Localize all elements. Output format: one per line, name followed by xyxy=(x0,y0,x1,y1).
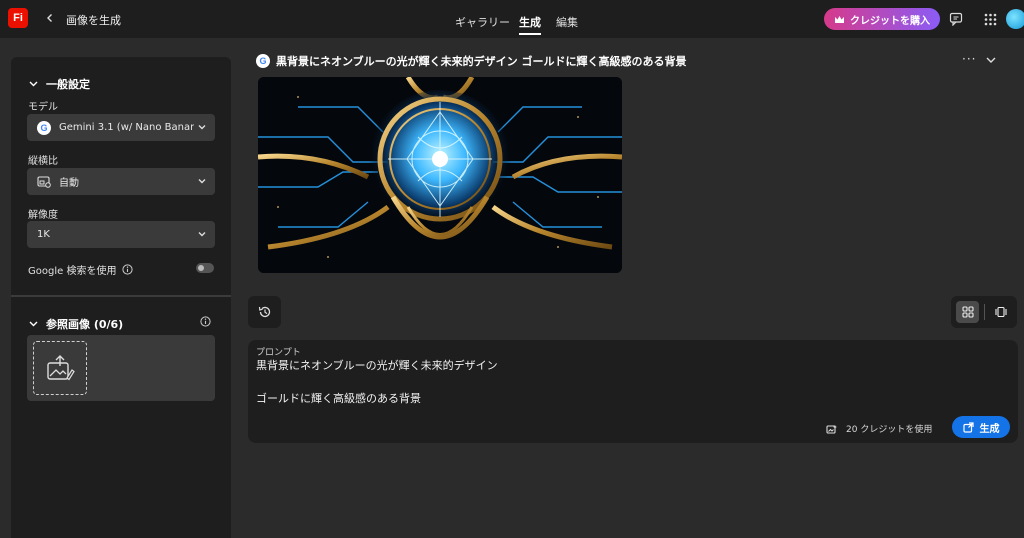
google-search-row: Google 検索を使用 xyxy=(28,262,134,277)
app-logo[interactable]: Fi xyxy=(8,8,28,28)
chat-icon[interactable] xyxy=(948,11,964,27)
general-settings-header[interactable]: 一般設定 xyxy=(29,76,90,92)
aspect-ratio-value: 自動 xyxy=(59,178,79,189)
tab-edit[interactable]: 編集 xyxy=(556,14,578,30)
google-search-label: Google 検索を使用 xyxy=(28,266,117,277)
history-icon xyxy=(258,306,270,318)
chevron-down-icon[interactable] xyxy=(985,55,997,65)
buy-credits-label: クレジットを購入 xyxy=(850,15,930,27)
settings-sidebar: 一般設定 モデル G Gemini 3.1 (w/ Nano Banana 2 … xyxy=(11,57,231,538)
reference-images-header[interactable]: 参照画像 (0/6) xyxy=(29,316,123,332)
resolution-label: 解像度 xyxy=(28,210,58,221)
tab-generate[interactable]: 生成 xyxy=(519,14,541,35)
image-upload-icon xyxy=(47,355,75,381)
info-icon[interactable] xyxy=(122,264,134,275)
avatar[interactable] xyxy=(1006,9,1024,29)
general-settings-title: 一般設定 xyxy=(46,78,90,91)
history-button[interactable] xyxy=(248,296,281,328)
generate-label: 生成 xyxy=(979,423,1000,435)
chevron-down-icon xyxy=(29,81,38,87)
grid-view-button[interactable] xyxy=(956,301,979,323)
aspect-ratio-label: 縦横比 xyxy=(28,156,58,167)
credit-icon xyxy=(826,424,837,434)
generation-headline: G 黒背景にネオンブルーの光が輝く未来的デザイン ゴールドに輝く高級感のある背景 xyxy=(256,53,687,69)
more-options-icon[interactable]: ··· xyxy=(962,52,976,66)
open-external-icon xyxy=(962,421,974,433)
model-select[interactable]: G Gemini 3.1 (w/ Nano Banana 2 xyxy=(27,114,215,141)
chevron-down-icon xyxy=(198,125,206,130)
chevron-down-icon xyxy=(198,232,206,237)
google-icon: G xyxy=(37,120,51,135)
info-icon[interactable] xyxy=(200,316,211,327)
page-title: 画像を生成 xyxy=(66,14,121,27)
crown-icon xyxy=(835,15,844,23)
chevron-down-icon xyxy=(198,179,206,184)
reference-images-area xyxy=(27,335,215,401)
aspect-ratio-icon xyxy=(37,175,51,188)
resolution-value: 1K xyxy=(37,229,50,240)
section-divider xyxy=(11,295,231,297)
aspect-ratio-select[interactable]: 自動 xyxy=(27,168,215,195)
single-view-button[interactable] xyxy=(989,301,1012,323)
prompt-text-line-1[interactable]: 黒背景にネオンブルーの光が輝く未来的デザイン xyxy=(256,357,498,373)
upload-image-button[interactable] xyxy=(33,341,87,395)
prompt-text-line-2[interactable]: ゴールドに輝く高級感のある背景 xyxy=(256,390,421,406)
resolution-select[interactable]: 1K xyxy=(27,221,215,248)
view-toggle-separator xyxy=(984,304,985,320)
buy-credits-button[interactable]: クレジットを購入 xyxy=(824,8,940,30)
google-search-toggle[interactable] xyxy=(196,263,214,273)
credit-usage-text: 20 クレジットを使用 xyxy=(846,425,933,435)
generated-image[interactable] xyxy=(258,77,622,273)
google-icon: G xyxy=(256,54,270,68)
model-value: Gemini 3.1 (w/ Nano Banana 2 xyxy=(59,122,194,133)
generated-image-art xyxy=(258,77,622,273)
app-grid-icon[interactable] xyxy=(982,11,998,27)
model-label: モデル xyxy=(28,102,58,113)
grid-view-icon xyxy=(961,306,974,318)
credit-usage: 20 クレジットを使用 xyxy=(826,422,932,435)
prompt-panel[interactable]: プロンプト 黒背景にネオンブルーの光が輝く未来的デザイン ゴールドに輝く高級感の… xyxy=(248,340,1018,443)
top-bar: Fi 画像を生成 ギャラリー 生成 編集 クレジットを購入 xyxy=(0,0,1024,38)
single-view-icon xyxy=(994,306,1007,318)
reference-images-title: 参照画像 (0/6) xyxy=(46,318,124,331)
tab-gallery[interactable]: ギャラリー xyxy=(455,14,510,30)
view-toggle-group xyxy=(951,296,1017,328)
generate-button[interactable]: 生成 xyxy=(952,416,1010,438)
chevron-down-icon xyxy=(29,321,38,327)
back-arrow-icon[interactable] xyxy=(42,10,58,26)
headline-text: 黒背景にネオンブルーの光が輝く未来的デザイン ゴールドに輝く高級感のある背景 xyxy=(276,55,687,68)
